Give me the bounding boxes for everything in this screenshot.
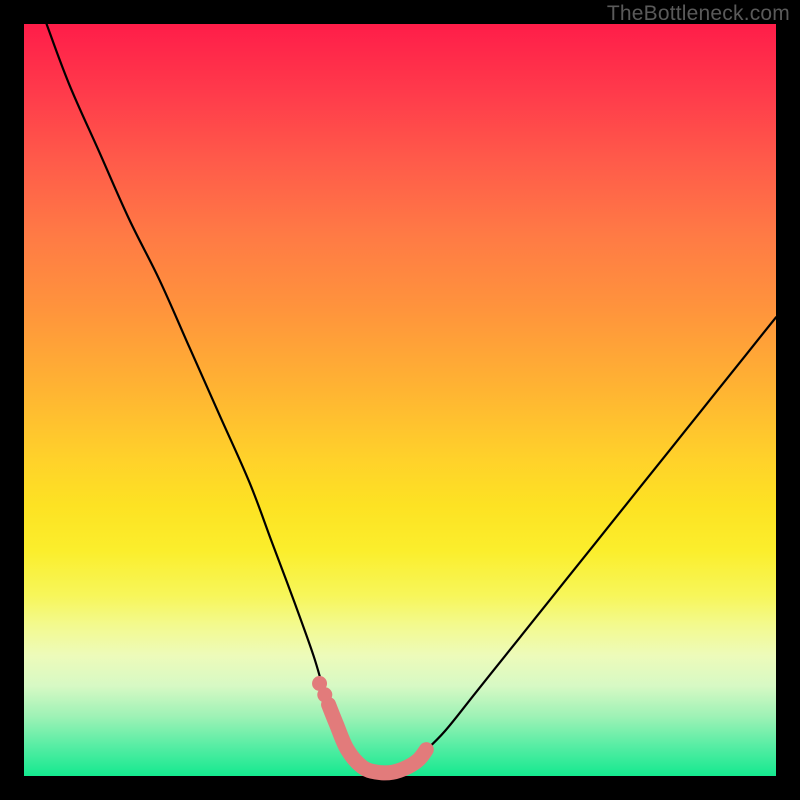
optimal-zone-highlight bbox=[329, 705, 427, 773]
bottleneck-curve bbox=[47, 24, 776, 773]
watermark-text: TheBottleneck.com bbox=[607, 2, 790, 26]
highlight-dot-lower bbox=[317, 687, 332, 702]
chart-frame: TheBottleneck.com bbox=[0, 0, 800, 800]
chart-svg bbox=[24, 24, 776, 776]
plot-area bbox=[24, 24, 776, 776]
